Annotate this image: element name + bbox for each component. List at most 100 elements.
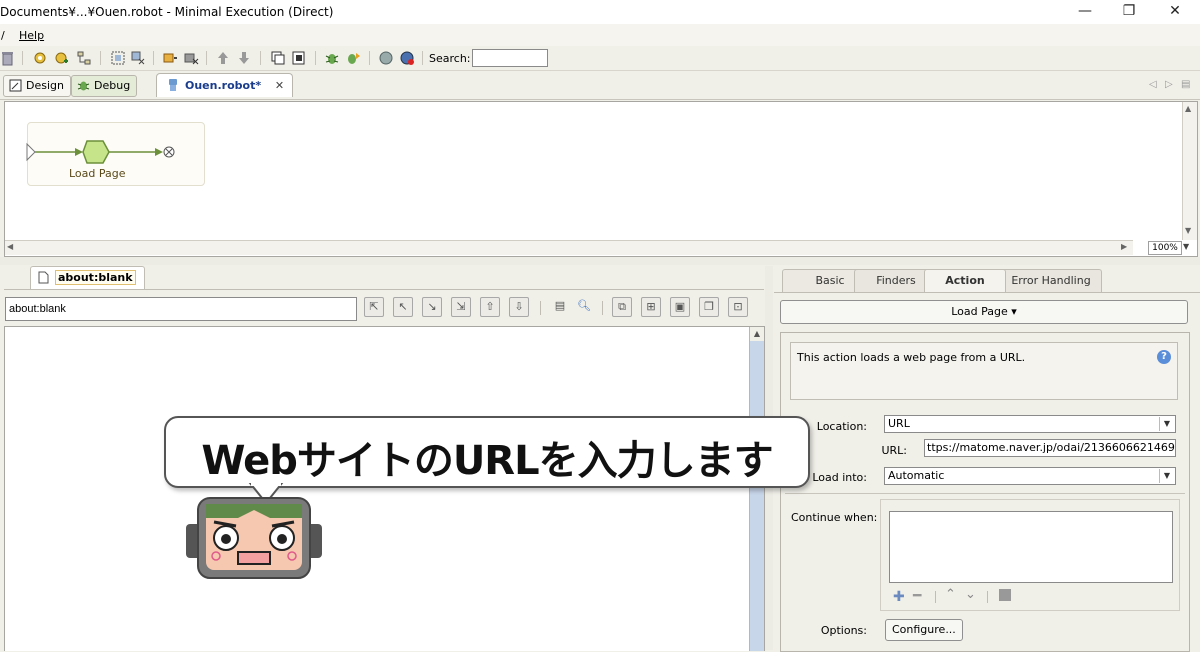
- action-type-dropdown[interactable]: Load Page ▾: [780, 300, 1188, 324]
- zoom-dropdown-icon[interactable]: ▼: [1183, 242, 1189, 251]
- load-page-step[interactable]: [82, 140, 110, 164]
- flow-horizontal-scrollbar[interactable]: ◀ ▶: [5, 240, 1133, 255]
- tab-browser-label: about:blank: [55, 270, 136, 285]
- load-into-select[interactable]: Automatic ▼: [884, 467, 1176, 485]
- scroll-up-icon[interactable]: ▲: [1185, 104, 1191, 113]
- scroll-down-icon[interactable]: ▼: [1185, 226, 1191, 235]
- move-condition-up-icon[interactable]: ⌃: [945, 587, 956, 602]
- gear-add-icon[interactable]: [53, 50, 69, 66]
- nav-down-icon[interactable]: ⇩: [509, 297, 529, 317]
- frame-icon[interactable]: ▣: [670, 297, 690, 317]
- nav-last-icon[interactable]: ⇲: [451, 297, 471, 317]
- tab-ouen-label: Ouen.robot*: [185, 79, 262, 92]
- toolbar-separator: [22, 51, 23, 65]
- flow-vertical-scrollbar[interactable]: ▲ ▼: [1182, 102, 1197, 240]
- tab-debug[interactable]: Debug: [71, 75, 138, 97]
- scroll-right-icon[interactable]: ▶: [1121, 242, 1127, 251]
- url-label: URL:: [881, 444, 907, 457]
- nav-up-icon[interactable]: ⇧: [480, 297, 500, 317]
- gear-link-icon[interactable]: [32, 50, 48, 66]
- options-label: Options:: [820, 624, 867, 637]
- location-value: URL: [888, 417, 910, 430]
- location-select[interactable]: URL ▼: [884, 415, 1176, 433]
- continue-when-list[interactable]: [889, 511, 1173, 583]
- step-add-icon[interactable]: [162, 50, 178, 66]
- minimize-button[interactable]: —: [1062, 0, 1108, 24]
- scroll-left-icon[interactable]: ◀: [7, 242, 13, 251]
- browser-vertical-scrollbar[interactable]: ▲: [749, 327, 764, 651]
- scroll-tabs-right-icon[interactable]: ▷: [1165, 79, 1173, 90]
- step-delete-icon[interactable]: [183, 50, 199, 66]
- move-up-icon[interactable]: [215, 50, 231, 66]
- page-icon: [38, 271, 49, 284]
- toolbar-separator: [540, 301, 541, 315]
- search-label: Search:: [429, 52, 471, 65]
- tab-design[interactable]: Design: [3, 75, 71, 97]
- magnify-icon[interactable]: 🔍︎: [574, 297, 594, 317]
- zoom-frame-icon[interactable]: ⊡: [728, 297, 748, 317]
- browser-url-input[interactable]: [5, 297, 357, 321]
- paste-icon[interactable]: [291, 50, 307, 66]
- action-description-box: This action loads a web page from a URL.…: [790, 342, 1178, 400]
- callout-bubble: WebサイトのURLを入力します: [164, 416, 810, 488]
- nav-down-right-icon[interactable]: ↘: [422, 297, 442, 317]
- remove-condition-icon[interactable]: ━: [913, 588, 921, 604]
- bug-run-icon[interactable]: [345, 50, 361, 66]
- configure-button[interactable]: Configure...: [885, 619, 963, 641]
- trash-icon[interactable]: [0, 50, 16, 66]
- tab-ouen-robot[interactable]: Ouen.robot* ✕: [156, 73, 294, 97]
- move-down-icon[interactable]: [236, 50, 252, 66]
- horizontal-splitter[interactable]: [0, 257, 1200, 265]
- add-frame-icon[interactable]: ⊞: [641, 297, 661, 317]
- tab-close-icon[interactable]: ✕: [275, 79, 284, 92]
- tab-browser[interactable]: about:blank: [30, 266, 145, 289]
- chevron-down-icon: ▼: [1159, 469, 1174, 483]
- move-condition-down-icon[interactable]: ⌄: [965, 587, 976, 602]
- url-field[interactable]: ttps://matome.naver.jp/odai/213660662146…: [924, 439, 1176, 457]
- step-properties-panel: Basic Finders Action Error Handling Load…: [774, 266, 1200, 652]
- tab-debug-label: Debug: [94, 79, 131, 92]
- robot-icon: [169, 79, 177, 91]
- tab-list-icon[interactable]: ▤: [1181, 79, 1190, 90]
- tab-action[interactable]: Action: [924, 269, 1006, 292]
- browser-view[interactable]: ▲: [4, 326, 765, 651]
- search-input[interactable]: [472, 49, 548, 67]
- add-condition-icon[interactable]: ✚: [893, 589, 905, 605]
- bug-icon: [77, 81, 90, 91]
- ungroup-icon[interactable]: [130, 50, 146, 66]
- zoom-level[interactable]: 100%: [1148, 241, 1182, 255]
- robot-flow-view: Load Page ▲ ▼ ◀ ▶ 100% ▼: [4, 101, 1198, 257]
- help-icon[interactable]: ?: [1157, 350, 1171, 364]
- load-into-value: Automatic: [888, 469, 945, 482]
- load-page-step-label: Load Page: [69, 167, 126, 180]
- scroll-tabs-left-icon[interactable]: ◁: [1149, 79, 1157, 90]
- menu-item-help[interactable]: Help: [19, 29, 44, 42]
- bug-icon[interactable]: [324, 50, 340, 66]
- tab-error-handling[interactable]: Error Handling: [1000, 269, 1102, 292]
- branch-icon[interactable]: [76, 50, 92, 66]
- toolbar-separator: [100, 51, 101, 65]
- nav-up-left-icon[interactable]: ↖: [393, 297, 413, 317]
- toolbar-separator: [369, 51, 370, 65]
- chevron-down-icon: ▼: [1159, 417, 1174, 431]
- scroll-up-icon[interactable]: ▲: [750, 327, 764, 341]
- globe-icon[interactable]: [378, 50, 394, 66]
- delete-condition-icon[interactable]: [999, 589, 1011, 601]
- globe-stop-icon[interactable]: [399, 50, 415, 66]
- restore-button[interactable]: ❐: [1106, 0, 1152, 24]
- design-icon: [9, 79, 22, 92]
- browser-toolbar: ⇱ ↖ ↘ ⇲ ⇧ ⇩ ▤ 🔍︎ ⧉ ⊞ ▣ ❐ ⊡: [4, 289, 764, 326]
- menu-item-partial[interactable]: /: [1, 29, 5, 42]
- extract-icon[interactable]: ⧉: [612, 297, 632, 317]
- toolbar-separator: [315, 51, 316, 65]
- close-window-button[interactable]: ✕: [1152, 0, 1198, 24]
- copy-icon[interactable]: [270, 50, 286, 66]
- action-properties: This action loads a web page from a URL.…: [780, 332, 1190, 652]
- group-icon[interactable]: [110, 50, 126, 66]
- multi-frame-icon[interactable]: ❐: [699, 297, 719, 317]
- page-view-icon[interactable]: ▤: [550, 297, 570, 317]
- continue-when-label: Continue when:: [791, 511, 878, 524]
- flow-arrow-icon: [155, 148, 163, 156]
- nav-first-icon[interactable]: ⇱: [364, 297, 384, 317]
- tab-design-label: Design: [26, 79, 64, 92]
